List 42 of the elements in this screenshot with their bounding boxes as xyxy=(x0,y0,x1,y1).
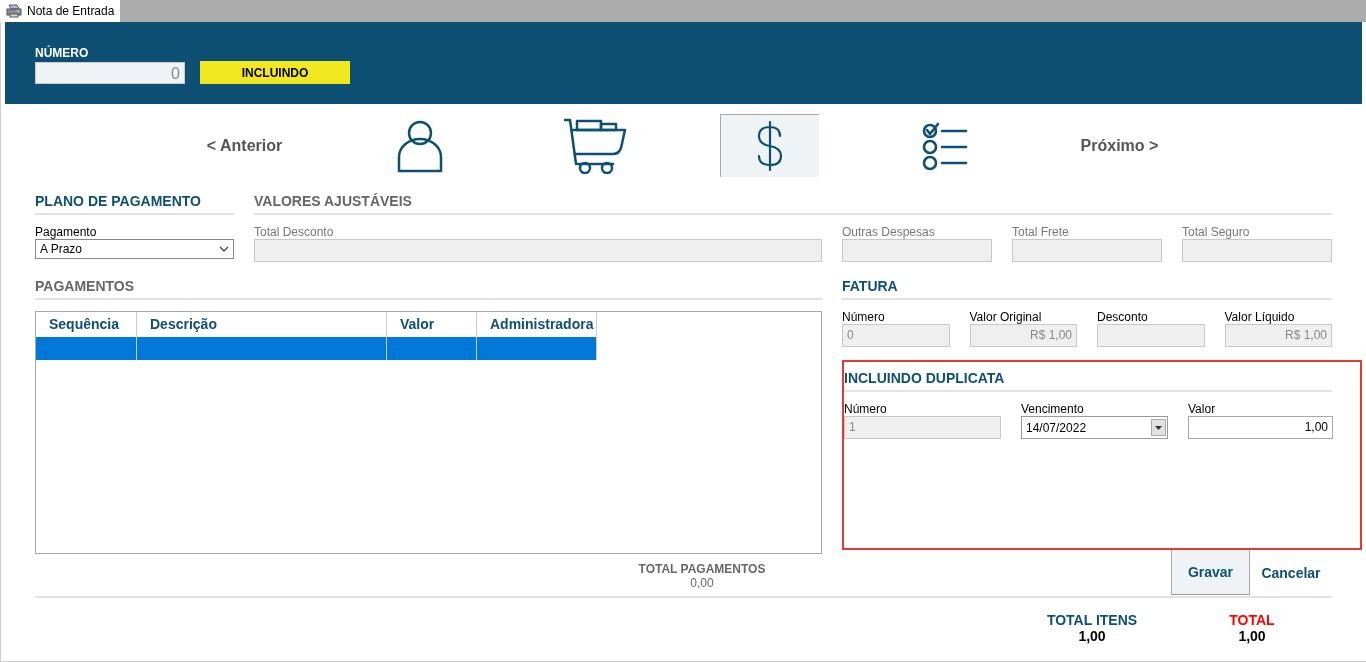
field-label: Valor Líquido xyxy=(1224,310,1296,324)
field-label: Total Frete xyxy=(1012,225,1070,239)
field-label: Vencimento xyxy=(1021,402,1085,416)
step-tab[interactable] xyxy=(720,114,819,177)
field-label: Número xyxy=(844,402,888,416)
input-field[interactable]: 1,00 xyxy=(1188,416,1333,439)
total-value: 1,00 xyxy=(1238,628,1266,644)
field-label: Desconto xyxy=(1097,310,1149,324)
chevron-down-icon xyxy=(219,246,229,252)
field-label: Valor Original xyxy=(969,310,1043,324)
section-title: PLANO DE PAGAMENTO xyxy=(35,193,234,215)
field-label: Outras Despesas xyxy=(842,225,936,239)
number-label: NÚMERO xyxy=(35,46,90,60)
dollar-icon xyxy=(756,120,784,172)
action-button[interactable]: Gravar xyxy=(1171,550,1250,595)
next-link[interactable]: Próximo > xyxy=(1080,114,1159,177)
field-label: Total Desconto xyxy=(254,225,335,239)
section-title: PAGAMENTOS xyxy=(35,278,822,300)
caret-icon xyxy=(1155,425,1162,430)
total-value: 1,00 xyxy=(1078,628,1106,644)
document-tab[interactable]: Nota de Entrada xyxy=(0,0,121,22)
payment-dropdown[interactable]: A Prazo xyxy=(35,239,234,259)
status-badge: INCLUINDO xyxy=(200,61,350,84)
shopping-cart-icon xyxy=(562,117,627,174)
field-label: Total Seguro xyxy=(1182,225,1251,239)
total-payments-label: TOTAL PAGAMENTOS xyxy=(638,562,766,576)
checklist-icon xyxy=(921,120,968,171)
field-label: Pagamento xyxy=(35,225,98,239)
total-label: TOTAL ITENS xyxy=(1046,612,1138,628)
section-title: VALORES AJUSTÁVEIS xyxy=(254,193,1332,215)
action-button[interactable]: Cancelar xyxy=(1250,550,1332,595)
dropdown-button[interactable] xyxy=(1151,419,1166,436)
section-title: INCLUINDO DUPLICATA xyxy=(844,370,1332,392)
printer-icon xyxy=(6,4,22,18)
field-label: Valor xyxy=(1188,402,1217,416)
previous-link[interactable]: < Anterior xyxy=(206,114,283,177)
date-field[interactable]: 14/07/2022 xyxy=(1021,416,1168,439)
total-label: TOTAL xyxy=(1229,612,1275,628)
section-title: FATURA xyxy=(842,278,1332,300)
field-label: Número xyxy=(842,310,886,324)
person-icon xyxy=(396,118,443,173)
total-payments-value: 0,00 xyxy=(690,576,714,590)
